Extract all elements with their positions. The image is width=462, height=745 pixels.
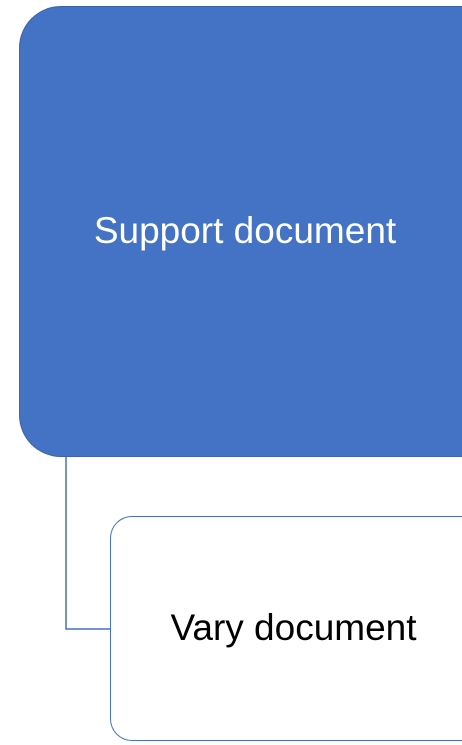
child-node-label: Vary document [170,607,417,649]
child-node: Vary document [110,516,462,741]
root-node: Support document [19,6,462,457]
hierarchy-diagram: Support document Vary document [0,0,462,745]
root-node-label: Support document [93,210,397,252]
